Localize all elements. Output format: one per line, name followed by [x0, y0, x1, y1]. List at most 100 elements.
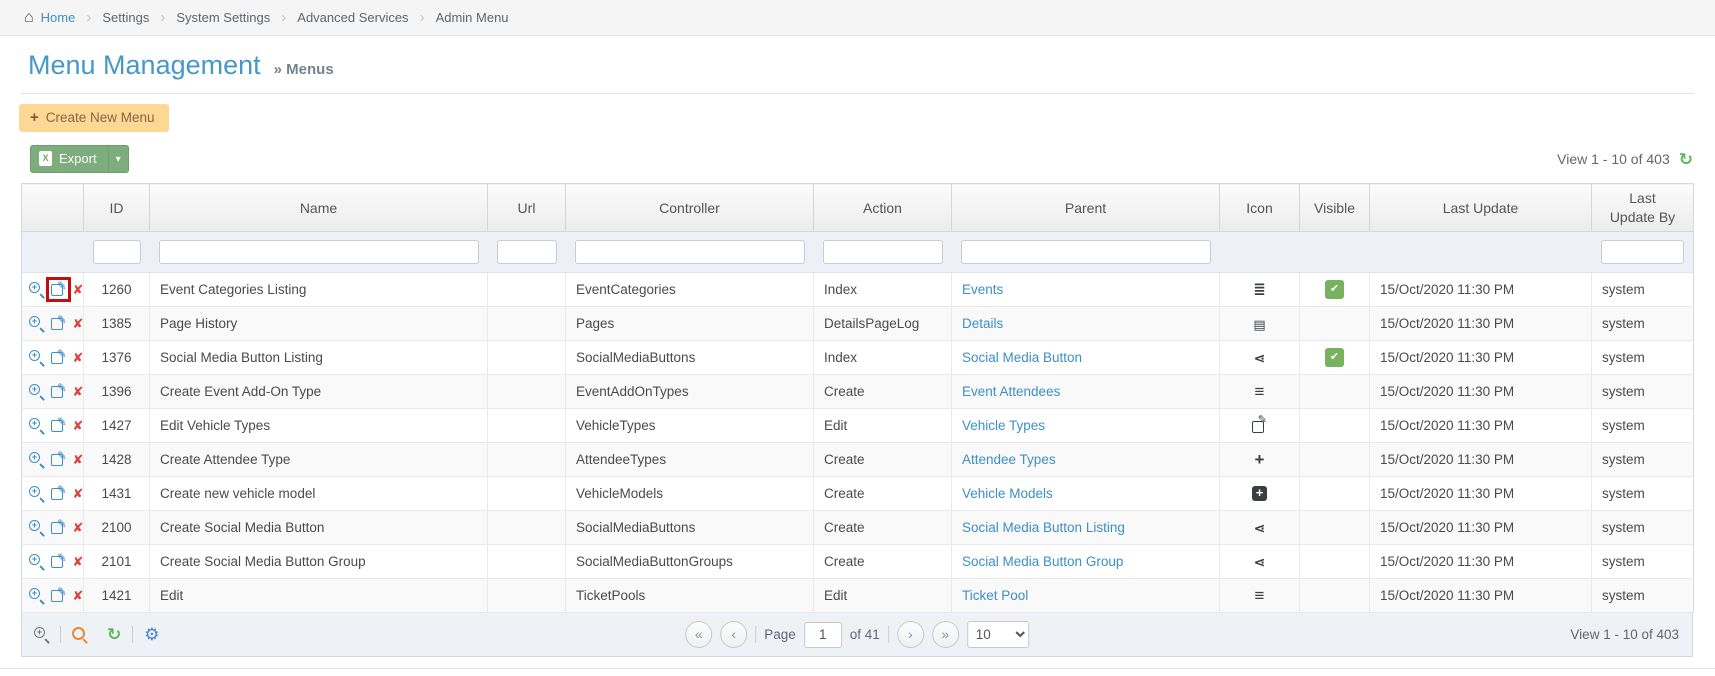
delete-record-icon[interactable]	[73, 418, 83, 433]
cell-controller: VehicleModels	[565, 476, 814, 511]
refresh-icon[interactable]: ↻	[1679, 151, 1693, 168]
column-header-controller[interactable]: Controller	[565, 183, 814, 232]
next-page-button[interactable]: ›	[896, 621, 924, 648]
parent-menu-link[interactable]: Social Media Button Listing	[962, 520, 1125, 535]
breadcrumb-home[interactable]: Home	[41, 10, 76, 25]
view-record-icon[interactable]	[29, 486, 44, 501]
page-size-select[interactable]: 10	[966, 621, 1029, 648]
filter-cell-empty	[1299, 231, 1370, 273]
filter-controller-input[interactable]	[574, 240, 805, 264]
parent-menu-link[interactable]: Vehicle Models	[962, 486, 1053, 501]
filter-parent-input[interactable]	[960, 240, 1211, 264]
view-record-icon[interactable]	[29, 384, 44, 399]
edit-record-icon[interactable]	[50, 347, 67, 365]
column-header-visible[interactable]: Visible	[1299, 183, 1370, 232]
cell-url	[487, 306, 566, 341]
edit-record-icon[interactable]	[50, 415, 67, 433]
edit-record-icon[interactable]	[50, 551, 67, 569]
column-header-id[interactable]: ID	[83, 183, 150, 232]
edit-record-icon[interactable]	[50, 449, 67, 467]
cell-url	[487, 510, 566, 545]
last-page-button[interactable]: »	[931, 621, 959, 648]
cell-controller: EventAddOnTypes	[565, 374, 814, 409]
parent-menu-link[interactable]: Event Attendees	[962, 384, 1060, 399]
column-header-name[interactable]: Name	[149, 183, 488, 232]
view-record-icon[interactable]	[29, 554, 44, 569]
filter-action-input[interactable]	[822, 240, 943, 264]
breadcrumb-settings[interactable]: Settings	[102, 10, 149, 25]
cell-name: Social Media Button Listing	[149, 340, 488, 375]
table-row: 1396 Create Event Add-On Type EventAddOn…	[21, 374, 1694, 409]
parent-menu-link[interactable]: Ticket Pool	[962, 588, 1028, 603]
create-new-menu-label: Create New Menu	[45, 110, 155, 125]
zoom-grid-icon[interactable]	[34, 627, 49, 642]
edit-record-icon[interactable]	[50, 313, 67, 331]
cell-parent: Social Media Button Group	[951, 544, 1220, 579]
delete-record-icon[interactable]	[73, 282, 83, 297]
cell-action: Index	[813, 340, 952, 375]
parent-menu-link[interactable]: Social Media Button	[962, 350, 1082, 365]
edit-record-icon[interactable]	[50, 517, 67, 535]
view-record-icon[interactable]	[29, 350, 44, 365]
view-record-icon[interactable]	[29, 452, 44, 467]
view-record-icon[interactable]	[29, 282, 44, 297]
edit-record-icon[interactable]	[45, 277, 71, 303]
menu-item-icon	[1252, 486, 1267, 502]
filter-name-input[interactable]	[158, 240, 479, 264]
view-record-icon[interactable]	[29, 316, 44, 331]
parent-menu-link[interactable]: Attendee Types	[962, 452, 1056, 467]
cell-id: 1431	[83, 476, 150, 511]
table-row: 1427 Edit Vehicle Types VehicleTypes Edi…	[21, 408, 1694, 443]
parent-menu-link[interactable]: Events	[962, 282, 1003, 297]
delete-record-icon[interactable]	[73, 486, 83, 501]
delete-record-icon[interactable]	[73, 316, 83, 331]
filter-url-input[interactable]	[496, 240, 557, 264]
cell-parent: Attendee Types	[951, 442, 1220, 477]
column-header-url[interactable]: Url	[487, 183, 566, 232]
delete-record-icon[interactable]	[73, 588, 83, 603]
export-split-button[interactable]: X Export ▾	[30, 145, 129, 173]
parent-menu-link[interactable]: Details	[962, 316, 1003, 331]
export-button[interactable]: X Export	[31, 146, 108, 172]
delete-record-icon[interactable]	[73, 350, 83, 365]
delete-record-icon[interactable]	[73, 554, 83, 569]
edit-record-icon[interactable]	[50, 381, 67, 399]
first-page-button[interactable]: «	[685, 621, 713, 648]
column-header-icon[interactable]: Icon	[1219, 183, 1300, 232]
edit-record-icon[interactable]	[50, 585, 67, 603]
column-header-last-update[interactable]: Last Update	[1369, 183, 1592, 232]
breadcrumb-system-settings[interactable]: System Settings	[176, 10, 270, 25]
menu-grid: ID Name Url Controller Action Parent Ico…	[21, 183, 1694, 613]
filter-last-update-by-input[interactable]	[1600, 240, 1684, 264]
breadcrumb-admin-menu[interactable]: Admin Menu	[436, 10, 509, 25]
export-dropdown-caret[interactable]: ▾	[107, 146, 128, 172]
parent-menu-link[interactable]: Vehicle Types	[962, 418, 1045, 433]
reload-grid-icon[interactable]: ↻	[107, 626, 121, 643]
cell-parent: Ticket Pool	[951, 578, 1220, 613]
cell-name: Create Social Media Button Group	[149, 544, 488, 579]
menu-item-icon	[1253, 282, 1266, 297]
breadcrumb-advanced-services[interactable]: Advanced Services	[297, 10, 408, 25]
filter-id-input[interactable]	[92, 240, 141, 264]
view-record-icon[interactable]	[29, 588, 44, 603]
edit-record-icon[interactable]	[50, 483, 67, 501]
delete-record-icon[interactable]	[73, 384, 83, 399]
search-icon[interactable]	[72, 627, 87, 642]
prev-page-button[interactable]: ‹	[720, 621, 748, 648]
parent-menu-link[interactable]: Social Media Button Group	[962, 554, 1123, 569]
gear-icon[interactable]: ⚙	[144, 626, 159, 643]
delete-record-icon[interactable]	[73, 452, 83, 467]
column-header-last-update-by[interactable]: Last Update By	[1591, 183, 1694, 232]
column-header-parent[interactable]: Parent	[951, 183, 1220, 232]
cell-parent: Event Attendees	[951, 374, 1220, 409]
breadcrumb-separator: ›	[419, 9, 425, 26]
cell-id: 1396	[83, 374, 150, 409]
filter-row	[21, 231, 1694, 273]
create-new-menu-button[interactable]: + Create New Menu	[19, 104, 169, 132]
delete-record-icon[interactable]	[73, 520, 83, 535]
view-record-icon[interactable]	[29, 418, 44, 433]
export-label: Export	[59, 151, 97, 166]
page-number-input[interactable]	[803, 621, 842, 648]
view-record-icon[interactable]	[29, 520, 44, 535]
column-header-action[interactable]: Action	[813, 183, 952, 232]
